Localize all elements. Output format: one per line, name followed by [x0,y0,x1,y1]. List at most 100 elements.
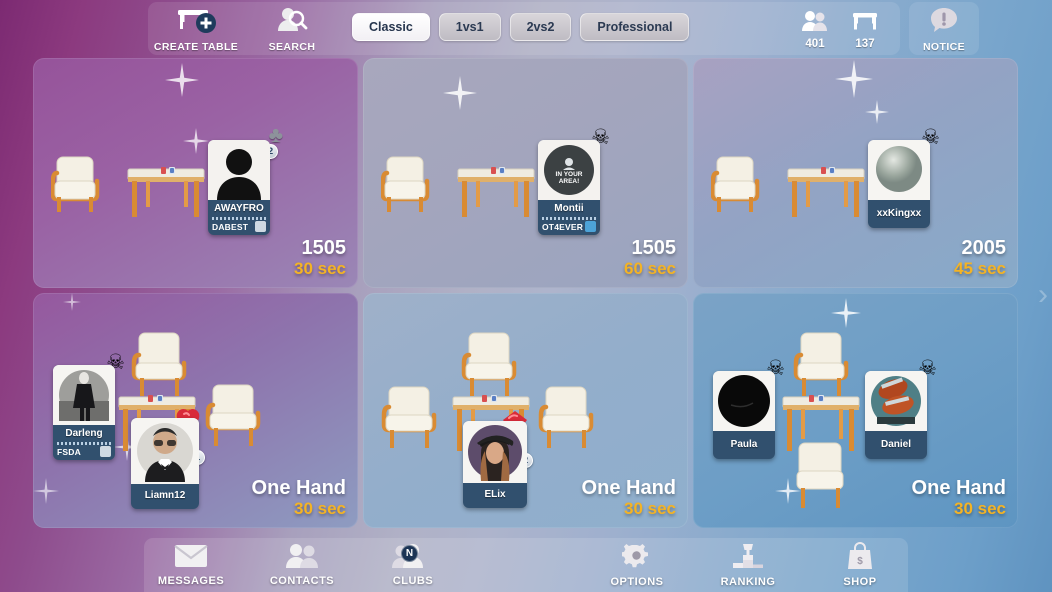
notice-label: NOTICE [922,40,966,53]
nav-options[interactable]: OPTIONS [582,540,692,590]
shopping-bag-icon: $ [847,542,873,575]
table-plus-icon [175,6,217,39]
avatar [868,140,930,200]
table-timer: 30 sec [954,499,1006,518]
nav-messages[interactable]: MESSAGES [136,540,246,590]
table-card-1[interactable]: ♣ 2 AWAYFRO DABEST 1505 30 sec [33,58,358,288]
nav-options-label: OPTIONS [610,576,664,588]
nav-ranking-label: RANKING [720,576,776,588]
table-card-6[interactable]: ☠ Paula ☠ Daniel One Hand 30 sec [693,293,1018,528]
club-emblem-icon [585,221,596,232]
game-table-icon [786,163,866,221]
chair-icon [711,153,773,215]
table-stake: One Hand [251,477,346,499]
table-meta: One Hand 30 sec [582,477,676,518]
people-group-icon: N [392,543,434,574]
mode-filter-group: Classic 1vs1 2vs2 Professional [352,13,690,41]
search-button[interactable]: SEARCH [256,6,328,53]
chair-icon [205,383,267,449]
player-club-name: DABEST [212,221,249,232]
sparkle-icon [443,76,477,115]
table-stake: One Hand [581,477,676,499]
svg-text:$: $ [857,556,863,567]
podium-trophy-icon [732,542,764,575]
nav-contacts[interactable]: CONTACTS [247,540,357,590]
club-emblem-icon [100,446,111,457]
table-timer: 30 sec [294,259,346,278]
player-name: xxKingxx [876,208,922,219]
player-card[interactable]: ☠ IN YOUR AREA! Montii OT4EVER [538,127,610,235]
notice-button[interactable]: NOTICE [909,6,979,53]
table-stake: 1505 [301,237,347,259]
sparkle-icon [865,100,889,129]
chair-icon [461,331,523,397]
table-meta: One Hand 30 sec [912,477,1006,518]
sparkle-icon [63,293,81,316]
chair-icon [793,331,855,397]
game-table-icon [456,163,536,221]
player-name: Daniel [880,439,911,450]
player-name: ELix [484,489,506,500]
player-club-name: FSDA [57,446,81,457]
avatar: IN YOUR AREA! [538,140,600,200]
chair-icon [51,153,113,215]
nav-clubs[interactable]: N CLUBS [358,540,468,590]
avatar [208,140,270,200]
create-table-label: CREATE TABLE [153,40,239,53]
club-suit-icon: ♣ [268,122,283,147]
people-icon [801,10,829,37]
player-name: AWAYFRO [214,203,264,214]
player-name: Liamn12 [144,490,186,501]
svg-text:AREA!: AREA! [559,178,580,185]
game-table-icon [126,163,206,221]
filter-2vs2[interactable]: 2vs2 [509,13,572,41]
create-table-button[interactable]: CREATE TABLE [153,6,239,53]
nav-ranking[interactable]: RANKING [693,540,803,590]
table-timer: 45 sec [954,259,1006,278]
table-meta: 1505 30 sec [294,237,346,278]
table-card-4[interactable]: ☠ Darleng FSDA 1 [33,293,358,528]
filter-professional[interactable]: Professional [580,13,690,41]
player-card[interactable]: ☠ Daniel [865,358,937,459]
table-timer: 30 sec [294,499,346,518]
notice-bubble-icon [929,6,959,39]
player-name: Darleng [65,428,103,439]
player-card[interactable]: ♣ 2 AWAYFRO DABEST [208,124,283,235]
player-club-row: DABEST [208,220,270,235]
sparkle-icon [165,63,199,102]
filter-classic[interactable]: Classic [352,13,430,41]
nav-shop[interactable]: $ SHOP [805,540,915,590]
nav-messages-label: MESSAGES [157,575,225,587]
player-card[interactable]: 1 Liamn12 [131,418,205,509]
player-club-row: FSDA [53,445,115,460]
avatar [865,371,927,431]
player-name: Paula [730,439,758,450]
players-online-count: 401 [805,38,825,50]
table-stake: 2005 [961,237,1007,259]
sparkle-icon [831,298,861,333]
sparkle-icon [183,128,209,159]
table-meta: 2005 45 sec [954,237,1006,278]
chair-icon [381,153,443,215]
table-card-2[interactable]: ☠ IN YOUR AREA! Montii OT4EVER 1505 60 s… [363,58,688,288]
svg-text:IN YOUR: IN YOUR [556,171,583,178]
table-card-3[interactable]: ☠ xxKingxx 2005 45 sec [693,58,1018,288]
gear-icon [620,542,652,575]
search-label: SEARCH [268,40,316,53]
chair-icon [791,441,853,511]
chevron-right-icon[interactable]: › [1038,280,1048,310]
chair-icon [381,385,443,451]
player-card[interactable]: ☠ Paula [713,358,785,459]
nav-contacts-label: CONTACTS [269,575,335,587]
table-timer: 60 sec [624,259,676,278]
player-card[interactable]: ☠ xxKingxx [868,127,940,228]
player-card[interactable]: 2 ELix [463,421,533,508]
table-meta: 1505 60 sec [624,237,676,278]
table-timer: 30 sec [624,499,676,518]
player-card[interactable]: ☠ Darleng FSDA [53,352,125,460]
user-search-icon [276,6,308,39]
table-card-5[interactable]: 2 ELix One Hand 30 sec [363,293,688,528]
clubs-notification-badge: N [401,545,418,562]
avatar [131,418,199,484]
filter-1vs1[interactable]: 1vs1 [438,13,501,41]
